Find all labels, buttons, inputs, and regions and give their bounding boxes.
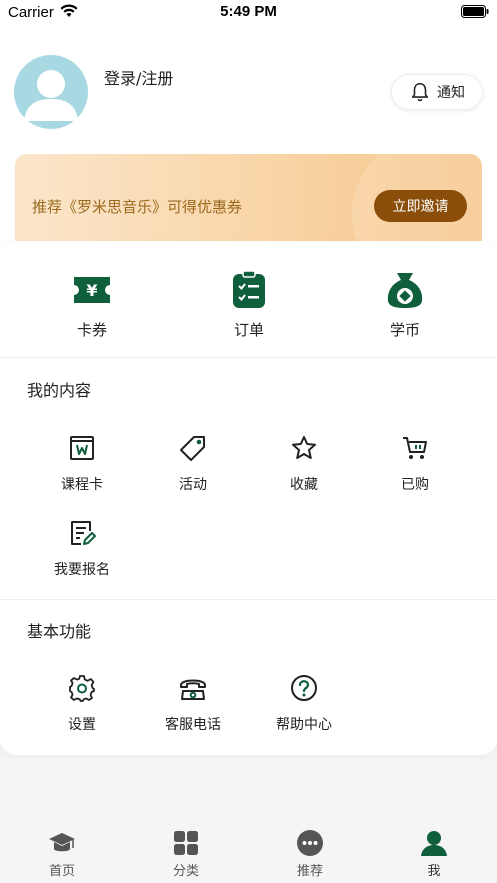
grid-item-help-center[interactable]: 帮助中心	[249, 674, 359, 734]
star-icon	[292, 436, 316, 459]
tab-label: 分类	[172, 864, 199, 879]
cart-icon	[403, 437, 427, 459]
status-bar: Carrier 5:49 PM	[0, 0, 497, 26]
svg-text:¥: ¥	[86, 281, 97, 300]
tab-me[interactable]: 我	[394, 830, 474, 879]
tab-home[interactable]: 首页	[22, 830, 102, 879]
default-avatar-icon	[24, 70, 78, 121]
tag-icon	[180, 436, 205, 461]
notification-label: 通知	[437, 85, 465, 101]
tab-bar: 首页 分类 推荐 我	[0, 818, 497, 883]
grid-item-label: 已购	[401, 477, 429, 493]
help-icon	[291, 675, 317, 701]
ticket-icon: ¥	[74, 277, 110, 303]
grid-item-course-card[interactable]: 课程卡	[27, 434, 137, 494]
tab-label: 我	[427, 864, 441, 879]
user-icon	[421, 831, 447, 856]
grid-item-customer-service[interactable]: 客服电话	[138, 674, 248, 734]
tab-label: 首页	[48, 864, 75, 879]
tab-recommend[interactable]: 推荐	[270, 830, 350, 879]
grid-item-settings[interactable]: 设置	[27, 674, 137, 734]
quick-action-coins[interactable]: 学币	[345, 271, 465, 340]
grid-item-label: 设置	[68, 717, 96, 733]
clipboard-icon	[233, 271, 265, 308]
section-divider	[0, 599, 497, 600]
gear-icon	[69, 675, 95, 702]
battery-icon	[461, 5, 489, 18]
graduation-cap-icon	[49, 833, 75, 852]
course-card-icon	[70, 436, 94, 460]
tab-category[interactable]: 分类	[146, 830, 226, 879]
grid-item-label: 课程卡	[61, 477, 103, 493]
notification-button[interactable]: 通知	[391, 74, 483, 110]
invite-button[interactable]: 立即邀请	[374, 190, 467, 222]
tab-label: 推荐	[296, 864, 323, 879]
chat-bubble-icon	[297, 830, 323, 856]
grid-icon	[174, 831, 198, 855]
status-time: 5:49 PM	[220, 3, 277, 20]
bell-icon	[411, 82, 429, 102]
grid-item-purchased[interactable]: 已购	[360, 434, 470, 494]
grid-item-label: 客服电话	[165, 717, 221, 733]
basic-functions-title: 基本功能	[27, 622, 92, 641]
quick-action-label: 学币	[389, 321, 420, 339]
login-register-link[interactable]: 登录/注册	[104, 65, 173, 89]
grid-item-favorites[interactable]: 收藏	[249, 434, 359, 494]
grid-item-label: 活动	[179, 477, 207, 493]
promo-text: 推荐《罗米思音乐》可得优惠券	[32, 198, 243, 216]
money-bag-icon	[387, 273, 423, 308]
quick-action-orders[interactable]: 订单	[189, 271, 309, 340]
grid-item-signup[interactable]: 我要报名	[27, 519, 137, 579]
grid-item-label: 收藏	[290, 477, 318, 493]
quick-action-label: 卡券	[76, 321, 107, 339]
grid-item-activities[interactable]: 活动	[138, 434, 248, 494]
grid-item-label: 帮助中心	[276, 717, 332, 733]
avatar[interactable]	[14, 55, 88, 129]
my-content-title: 我的内容	[27, 381, 92, 400]
main-card: ¥ 卡券 订单 学币 我的内容 课程卡 活动 收藏 已购 我要报名 基本功能 设…	[0, 241, 497, 755]
phone-icon	[180, 679, 206, 700]
edit-form-icon	[71, 521, 96, 545]
promo-banner[interactable]: 推荐《罗米思音乐》可得优惠券 立即邀请	[15, 154, 482, 254]
quick-actions-row: ¥ 卡券 订单 学币	[0, 241, 497, 358]
quick-action-label: 订单	[233, 321, 264, 339]
quick-action-coupons[interactable]: ¥ 卡券	[32, 271, 152, 340]
grid-item-label: 我要报名	[54, 562, 110, 578]
